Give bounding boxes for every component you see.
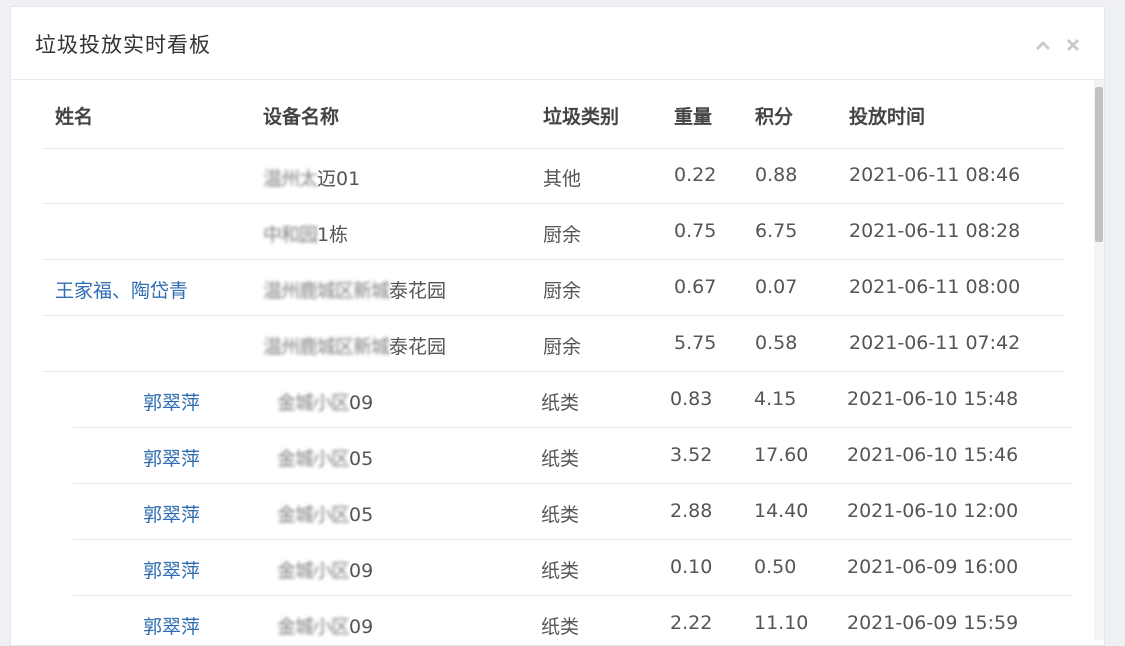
cell-time: 2021-06-09 15:59	[847, 612, 1019, 634]
drop-records-table: 姓名 设备名称 垃圾类别 重量 积分 投放时间 温州太迈01 其他 0.22 0.88…	[11, 80, 1094, 640]
column-header-time: 投放时间	[849, 106, 926, 128]
cell-category: 纸类	[541, 392, 580, 414]
cell-weight: 0.67	[674, 276, 717, 298]
cell-points: 0.88	[755, 164, 798, 186]
scrollbar-thumb[interactable]	[1095, 87, 1103, 242]
table-row: 郭翠萍 金城小区05 纸类 2.88 14.40 2021-06-10 12:00	[73, 484, 1073, 540]
cell-points: 4.15	[754, 388, 797, 410]
table-row: 郭翠萍 金城小区09 纸类 0.10 0.50 2021-06-09 16:00	[73, 540, 1073, 596]
cell-time: 2021-06-09 16:00	[847, 556, 1019, 578]
device-name-obscured: 金城小区	[277, 560, 350, 582]
cell-category: 纸类	[541, 616, 580, 638]
cell-time: 2021-06-11 08:00	[849, 276, 1021, 298]
table-row: 郭翠萍 金城小区09 纸类 2.22 11.10 2021-06-09 15:59	[73, 596, 1073, 645]
table-row: 王家福、陶岱青 温州鹿城区新城泰花园 厨余 0.67 0.07 2021-06-11 08…	[42, 260, 1064, 316]
device-name-suffix: 泰花园	[389, 336, 447, 358]
panel-header: 垃圾投放实时看板	[11, 7, 1104, 80]
panel-title: 垃圾投放实时看板	[35, 33, 211, 57]
cell-resident-name[interactable]: 郭翠萍	[143, 556, 200, 583]
table-row: 温州太迈01 其他 0.22 0.88 2021-06-11 08:46	[42, 148, 1064, 204]
device-name-suffix: 泰花园	[389, 280, 447, 302]
cell-points: 17.60	[754, 444, 809, 466]
column-header-points: 积分	[755, 106, 794, 128]
device-name-obscured: 温州鹿城区新城	[263, 280, 390, 302]
cell-resident-name[interactable]: 王家福、陶岱青	[55, 276, 188, 303]
table-header: 姓名 设备名称 垃圾类别 重量 积分 投放时间	[42, 80, 1064, 149]
cell-category: 厨余	[543, 280, 582, 302]
cell-points: 0.50	[754, 556, 797, 578]
table-row: 郭翠萍 金城小区05 纸类 3.52 17.60 2021-06-10 15:46	[73, 428, 1073, 484]
cell-weight: 5.75	[674, 332, 717, 354]
cell-time: 2021-06-10 12:00	[847, 500, 1019, 522]
cell-device-name: 中和园1栋	[263, 220, 348, 247]
cell-time: 2021-06-11 08:28	[849, 220, 1021, 242]
table-row: 温州鹿城区新城泰花园 厨余 5.75 0.58 2021-06-11 07:42	[42, 316, 1064, 372]
cell-time: 2021-06-10 15:46	[847, 444, 1019, 466]
cell-weight: 0.75	[674, 220, 717, 242]
cell-device-name: 金城小区05	[277, 500, 373, 527]
cell-time: 2021-06-11 07:42	[849, 332, 1021, 354]
cell-device-name: 金城小区09	[277, 612, 373, 639]
cell-device-name: 金城小区09	[277, 388, 373, 415]
cell-points: 0.07	[755, 276, 798, 298]
cell-category: 厨余	[543, 336, 582, 358]
cell-device-name: 温州鹿城区新城泰花园	[263, 332, 446, 359]
device-name-obscured: 金城小区	[277, 616, 350, 638]
cell-category: 厨余	[543, 224, 582, 246]
cell-points: 0.58	[755, 332, 798, 354]
device-name-suffix: 09	[349, 560, 374, 582]
device-name-suffix: 09	[349, 616, 374, 638]
column-header-category: 垃圾类别	[543, 106, 620, 128]
device-name-suffix: 05	[349, 504, 374, 526]
column-header-weight: 重量	[674, 106, 713, 128]
cell-category: 纸类	[541, 560, 580, 582]
cell-device-name: 金城小区09	[277, 556, 373, 583]
cell-category: 其他	[543, 168, 582, 190]
column-header-device: 设备名称	[263, 106, 340, 128]
panel-tools	[1034, 33, 1082, 57]
cell-points: 14.40	[754, 500, 809, 522]
device-name-suffix: 1栋	[317, 224, 349, 246]
cell-weight: 0.22	[674, 164, 717, 186]
cell-time: 2021-06-11 08:46	[849, 164, 1021, 186]
cell-device-name: 金城小区05	[277, 444, 373, 471]
cell-weight: 0.83	[670, 388, 713, 410]
cell-resident-name[interactable]: 郭翠萍	[143, 500, 200, 527]
cell-weight: 0.10	[670, 556, 713, 578]
cell-weight: 2.88	[670, 500, 713, 522]
realtime-dashboard-panel: 垃圾投放实时看板 姓名 设备名称 垃圾类别 重量 积分 投放时间 温州太迈01 …	[10, 6, 1105, 646]
cell-category: 纸类	[541, 504, 580, 526]
device-name-obscured: 金城小区	[277, 504, 350, 526]
collapse-button[interactable]	[1034, 36, 1052, 54]
table-row: 中和园1栋 厨余 0.75 6.75 2021-06-11 08:28	[42, 204, 1064, 260]
table-row: 郭翠萍 金城小区09 纸类 0.83 4.15 2021-06-10 15:48	[73, 372, 1073, 428]
device-name-obscured: 金城小区	[277, 392, 350, 414]
cell-points: 11.10	[754, 612, 809, 634]
device-name-obscured: 金城小区	[277, 448, 350, 470]
device-name-obscured: 温州鹿城区新城	[263, 336, 390, 358]
column-header-name: 姓名	[55, 106, 94, 128]
device-name-suffix: 05	[349, 448, 374, 470]
chevron-up-icon	[1035, 40, 1051, 50]
device-name-obscured: 温州太	[263, 168, 318, 190]
cell-device-name: 温州太迈01	[263, 164, 360, 191]
device-name-obscured: 中和园	[263, 224, 318, 246]
cell-device-name: 温州鹿城区新城泰花园	[263, 276, 446, 303]
close-icon	[1066, 38, 1080, 52]
device-name-suffix: 09	[349, 392, 374, 414]
cell-points: 6.75	[755, 220, 798, 242]
close-button[interactable]	[1064, 36, 1082, 54]
cell-resident-name[interactable]: 郭翠萍	[143, 388, 200, 415]
cell-resident-name[interactable]: 郭翠萍	[143, 444, 200, 471]
cell-weight: 2.22	[670, 612, 713, 634]
device-name-suffix: 迈01	[317, 168, 361, 190]
cell-weight: 3.52	[670, 444, 713, 466]
cell-resident-name[interactable]: 郭翠萍	[143, 612, 200, 639]
cell-time: 2021-06-10 15:48	[847, 388, 1019, 410]
cell-category: 纸类	[541, 448, 580, 470]
